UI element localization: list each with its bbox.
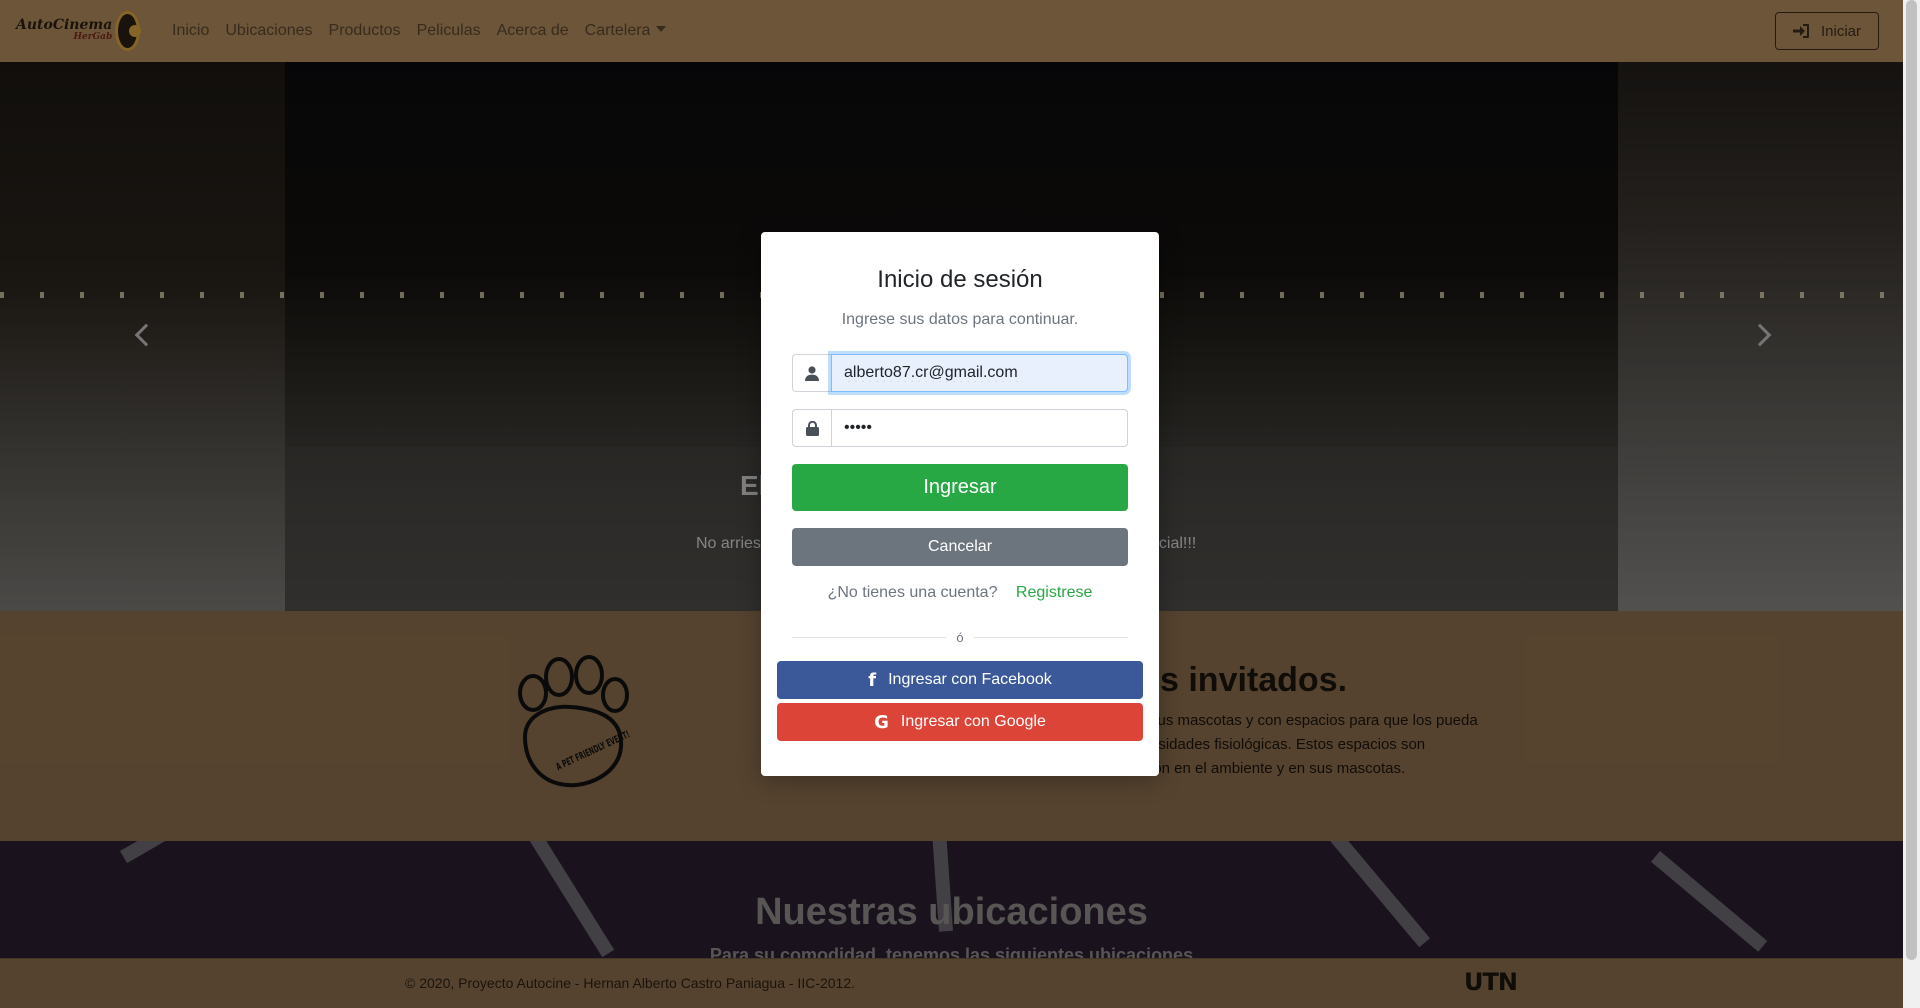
facebook-login-button[interactable]: f Ingresar con Facebook (777, 661, 1143, 699)
password-input[interactable] (831, 409, 1128, 447)
divider-text: ó (956, 629, 964, 645)
divider: ó (792, 627, 1129, 647)
divider-line (792, 636, 947, 638)
lock-icon (805, 420, 819, 436)
email-input[interactable] (831, 354, 1128, 392)
register-link[interactable]: Registrese (1016, 584, 1092, 601)
user-icon (805, 365, 819, 381)
facebook-login-label: Ingresar con Facebook (888, 671, 1052, 688)
modal-title: Inicio de sesión (877, 266, 1043, 293)
password-input-addon (792, 409, 831, 447)
google-icon: G (874, 711, 889, 733)
no-account-text: ¿No tienes una cuenta? (827, 584, 998, 601)
submit-login-button[interactable]: Ingresar (792, 464, 1128, 511)
email-input-group (792, 354, 1128, 392)
page-scrollbar-thumb[interactable] (1906, 0, 1917, 960)
register-row: ¿No tienes una cuenta? Registrese (761, 584, 1159, 602)
facebook-icon: f (868, 669, 877, 691)
cancel-button[interactable]: Cancelar (792, 528, 1128, 566)
email-input-addon (792, 354, 831, 392)
google-login-button[interactable]: G Ingresar con Google (777, 703, 1143, 741)
divider-line (973, 636, 1129, 638)
page-scrollbar[interactable] (1903, 0, 1920, 1008)
modal-subtitle: Ingrese sus datos para continuar. (841, 311, 1079, 328)
google-login-label: Ingresar con Google (900, 713, 1046, 730)
login-modal: Inicio de sesión Ingrese sus datos para … (761, 232, 1159, 776)
password-input-group (792, 409, 1128, 447)
